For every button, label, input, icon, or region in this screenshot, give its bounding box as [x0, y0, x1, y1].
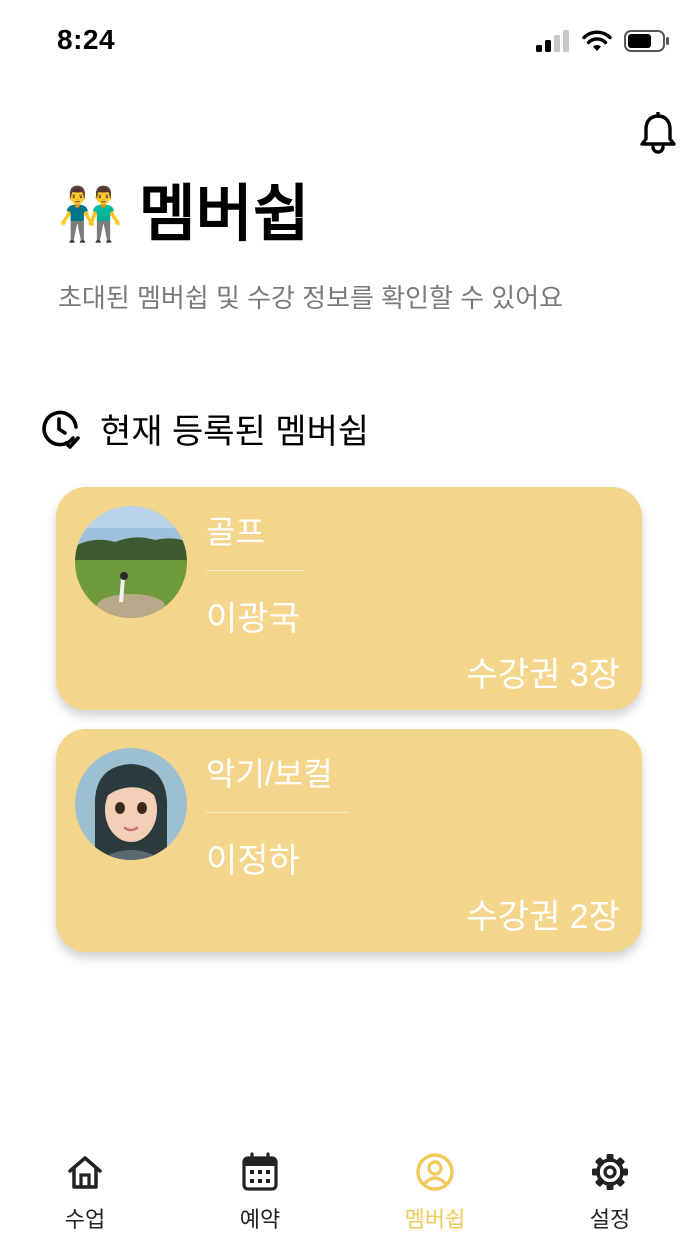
card-divider [206, 812, 348, 813]
page-title: 멤버쉽 [138, 180, 310, 249]
calendar-icon [242, 1152, 278, 1191]
wifi-icon [582, 30, 612, 51]
status-icons [536, 30, 670, 52]
status-time: 8:24 [57, 24, 116, 55]
bottom-tab-bar: 수업 예약 멤버쉽 설정 [0, 1140, 700, 1244]
tab-reservation[interactable]: 예약 [200, 1150, 320, 1234]
section-heading: 현재 등록된 멤버쉽 [40, 404, 369, 453]
card-divider [206, 570, 304, 571]
membership-card[interactable]: 골프 이광국 수강권 3장 [56, 487, 642, 710]
home-icon [68, 1156, 102, 1189]
tab-label: 예약 [239, 1207, 281, 1232]
avatar [75, 748, 187, 860]
membership-card[interactable]: 악기/보컬 이정하 수강권 2장 [56, 729, 642, 952]
instructor-name: 이정하 [206, 842, 300, 880]
tab-label: 수업 [64, 1207, 106, 1232]
page-header: 👬 멤버쉽 [58, 180, 310, 250]
cellular-signal-icon [536, 30, 569, 52]
people-emoji-icon: 👬 [58, 186, 123, 244]
tab-label: 설정 [589, 1207, 631, 1232]
ticket-count: 수강권 2장 [466, 898, 620, 936]
notification-bell-icon[interactable] [638, 111, 678, 154]
clock-check-icon [42, 410, 80, 449]
section-title: 현재 등록된 멤버쉽 [100, 413, 370, 451]
membership-category: 골프 [206, 514, 265, 550]
user-circle-icon [416, 1153, 454, 1191]
membership-category: 악기/보컬 [206, 756, 333, 792]
gear-icon [592, 1154, 628, 1190]
instructor-name: 이광국 [206, 600, 300, 638]
tab-settings[interactable]: 설정 [550, 1150, 670, 1234]
tab-label: 멤버쉽 [404, 1207, 466, 1232]
battery-icon [624, 30, 669, 52]
status-bar: 8:24 [0, 0, 700, 86]
page-subtitle: 초대된 멤버쉽 및 수강 정보를 확인할 수 있어요 [58, 283, 564, 313]
tab-membership[interactable]: 멤버쉽 [375, 1150, 495, 1234]
ticket-count: 수강권 3장 [466, 656, 620, 694]
tab-classes[interactable]: 수업 [25, 1150, 145, 1234]
avatar [75, 506, 187, 618]
